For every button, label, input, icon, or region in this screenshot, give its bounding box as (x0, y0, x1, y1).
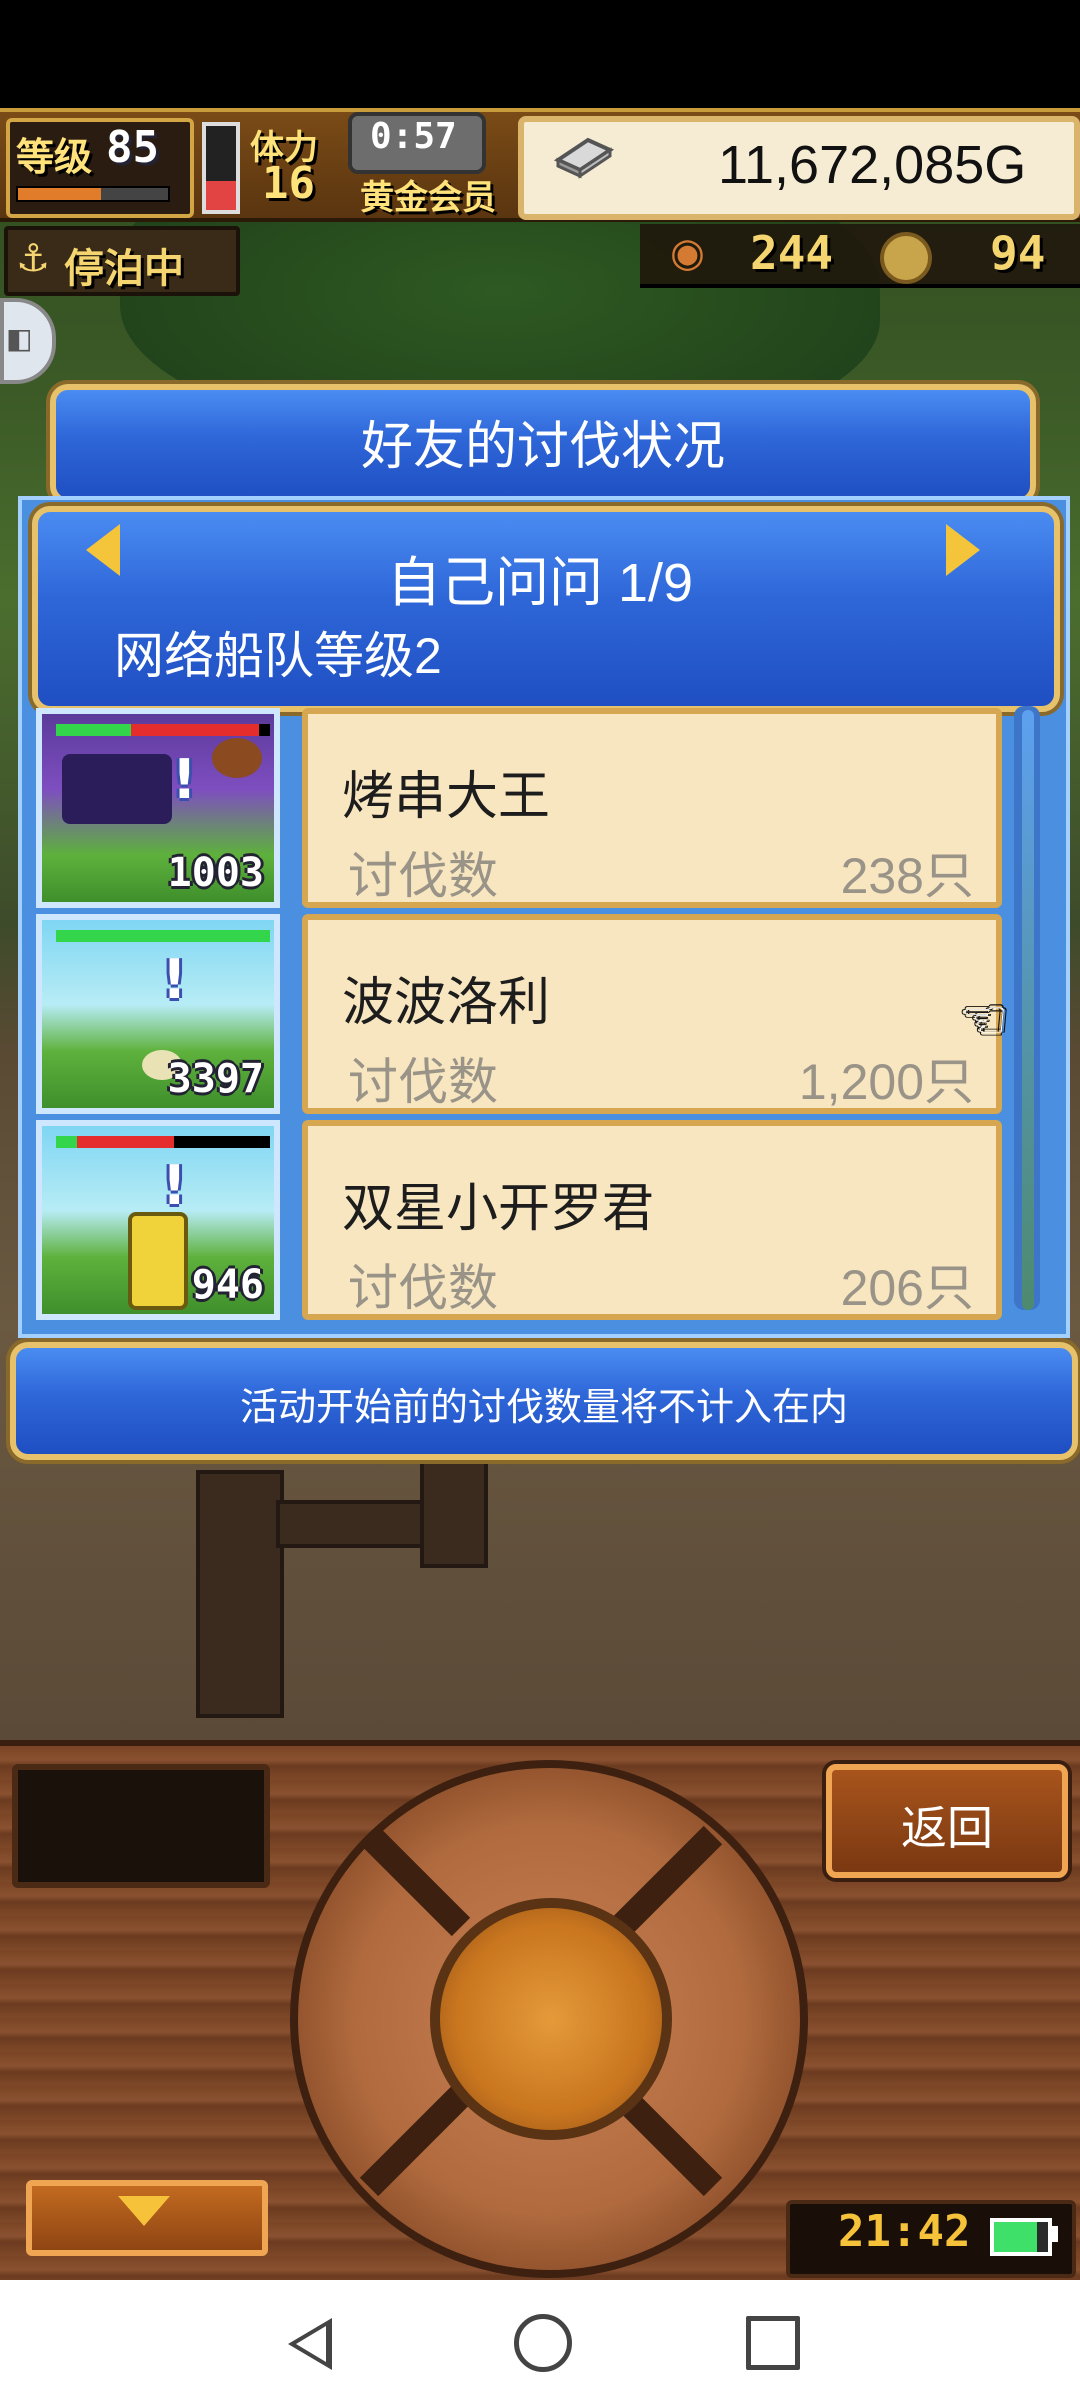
monster-name: 波波洛利 (342, 974, 551, 1032)
monster-hp-green (56, 930, 270, 942)
monster-name: 烤串大王 (342, 768, 551, 826)
monster-sprite (212, 738, 262, 778)
level-value: 85 (106, 122, 159, 173)
list-item[interactable]: ! 1003 烤串大王 讨伐数 238只 (30, 708, 1002, 908)
friend-name: 自己问问 1/9 (386, 553, 694, 613)
monster-thumbnail: ! 946 (36, 1120, 280, 1320)
defeat-count: 206只 (840, 1260, 974, 1316)
exp-bar-fill (18, 188, 101, 200)
stamina-bar (202, 122, 240, 214)
medal-value: 94 (990, 226, 1046, 280)
nav-back-icon-inner (296, 2326, 326, 2362)
mini-screen (12, 1764, 270, 1888)
previous-friend-arrow-icon[interactable] (86, 524, 120, 576)
monster-number: 1003 (167, 850, 264, 896)
level-label: 等级 (16, 135, 93, 179)
stamina-value: 16 (262, 158, 315, 209)
alert-icon: ! (162, 1154, 187, 1217)
nav-recent-apps-icon[interactable] (746, 2316, 800, 2370)
monster-hp-bar (56, 1136, 270, 1148)
defeat-count: 1,200只 (798, 1054, 974, 1110)
list-scrollbar-thumb[interactable] (1022, 710, 1034, 1310)
silver-bar-icon (553, 137, 615, 179)
monster-hp-bar (56, 724, 270, 736)
dpad-divider (359, 2085, 471, 2197)
dpad-divider (359, 1825, 471, 1937)
defeat-count: 238只 (840, 848, 974, 904)
moored-status-label: 停泊中 (64, 246, 184, 292)
dpad-divider (611, 1825, 723, 1937)
anchor-icon: ⚓ (16, 236, 51, 280)
alert-icon: ! (172, 748, 197, 811)
monster-hp-red (77, 1136, 174, 1148)
list-item[interactable]: ! 946 双星小开罗君 讨伐数 206只 (30, 1120, 1002, 1320)
exp-bar (16, 186, 170, 202)
list-item[interactable]: ! 3397 波波洛利 讨伐数 1,200只 (30, 914, 1002, 1114)
next-friend-arrow-icon[interactable] (946, 524, 980, 576)
notice-text: 活动开始前的讨伐数量将不计入在内 (239, 1387, 848, 1429)
monster-number: 3397 (167, 1056, 264, 1102)
entry-card[interactable]: 烤串大王 讨伐数 238只 (302, 708, 1002, 908)
side-menu-icon: ◧ (6, 322, 33, 355)
battery-tip (1052, 2226, 1058, 2242)
battery-fill (994, 2222, 1038, 2252)
defeat-count-label: 讨伐数 (348, 1054, 498, 1110)
monster-name: 双星小开罗君 (342, 1180, 655, 1238)
stair-decoration (196, 1470, 284, 1718)
medal-icon (880, 232, 932, 284)
monster-thumbnail: ! 3397 (36, 914, 280, 1114)
gold-amount: 11,672,085G (718, 135, 1027, 195)
defeat-count-label: 讨伐数 (348, 848, 498, 904)
monster-hp-bar (56, 930, 270, 942)
membership-badge[interactable]: 黄金会员 (360, 170, 496, 219)
pointer-hand-icon: ☜ (960, 988, 1009, 1051)
monster-hp-green (56, 724, 131, 736)
monster-sprite (62, 754, 172, 824)
entry-card[interactable]: 双星小开罗君 讨伐数 206只 (302, 1120, 1002, 1320)
chevron-down-icon (118, 2196, 170, 2226)
back-button-label[interactable]: 返回 (826, 1792, 1068, 1858)
monster-thumbnail: ! 1003 (36, 708, 280, 908)
entry-card[interactable]: 波波洛利 讨伐数 1,200只 (302, 914, 1002, 1114)
monster-hp-red (130, 724, 260, 736)
monster-number: 946 (191, 1262, 264, 1308)
food-value: 244 (750, 226, 834, 280)
system-status-bar (0, 0, 1080, 108)
clock: 21:42 (838, 2206, 971, 2257)
defeat-count-label: 讨伐数 (348, 1260, 498, 1316)
stair-decoration (420, 1460, 488, 1568)
dialog-title: 好友的讨伐状况 (360, 418, 725, 476)
dpad-center-button[interactable] (430, 1898, 672, 2140)
nav-home-icon[interactable] (514, 2314, 572, 2372)
monster-sprite (128, 1212, 188, 1310)
stamina-timer: 0:57 (370, 116, 457, 157)
monster-hp-green (56, 1136, 78, 1148)
food-icon: ◉ (670, 230, 705, 276)
battery-icon (990, 2218, 1052, 2256)
alert-icon: ! (162, 948, 187, 1011)
stamina-bar-fill (206, 180, 236, 210)
fleet-level: 网络船队等级2 (114, 628, 442, 684)
